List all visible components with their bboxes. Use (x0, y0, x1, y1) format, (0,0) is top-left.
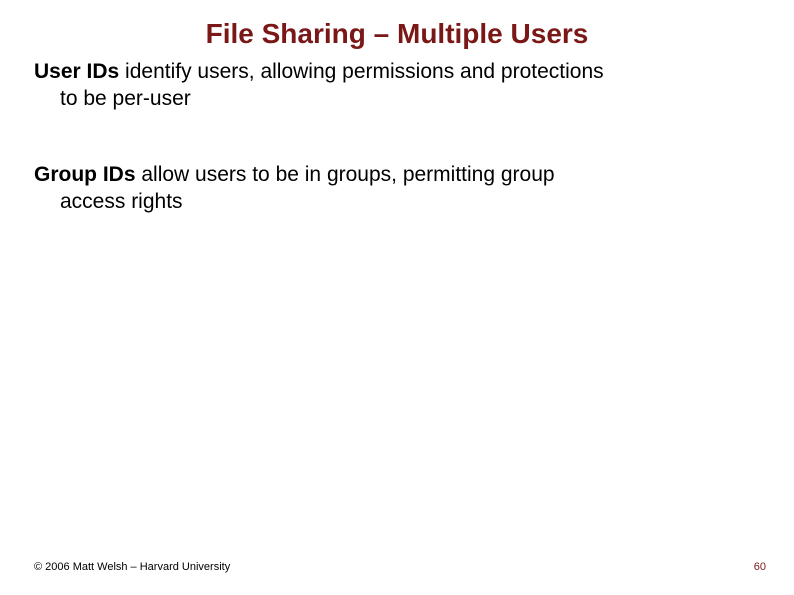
bullet-continuation: access rights (34, 188, 754, 215)
slide-title: File Sharing – Multiple Users (0, 0, 794, 58)
slide-footer: © 2006 Matt Welsh – Harvard University 6… (0, 561, 794, 573)
bullet-item: Group IDs allow users to be in groups, p… (34, 161, 754, 216)
bullet-text: identify users, allowing permissions and… (119, 60, 603, 83)
bullet-continuation: to be per-user (34, 85, 754, 112)
bold-term: User IDs (34, 60, 119, 83)
bullet-item: User IDs identify users, allowing permis… (34, 58, 754, 113)
copyright-text: © 2006 Matt Welsh – Harvard University (34, 561, 230, 573)
bullet-line: User IDs identify users, allowing permis… (34, 58, 754, 85)
bullet-line: Group IDs allow users to be in groups, p… (34, 161, 754, 188)
bold-term: Group IDs (34, 163, 136, 186)
slide-content: User IDs identify users, allowing permis… (0, 58, 794, 215)
bullet-text: allow users to be in groups, permitting … (136, 163, 555, 186)
page-number: 60 (754, 561, 766, 573)
